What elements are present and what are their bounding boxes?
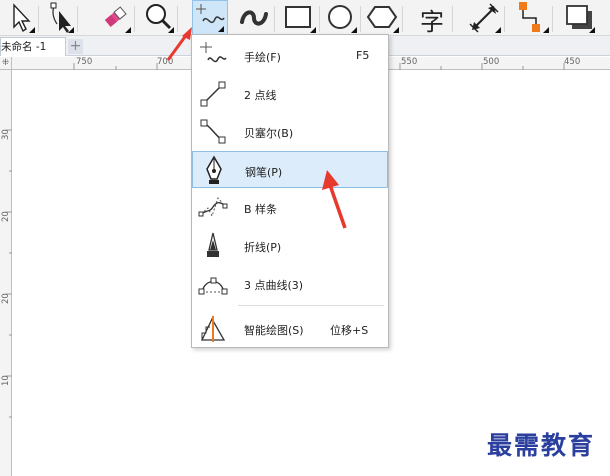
red-arrow-icon [322, 170, 347, 229]
annotation-arrows [166, 27, 347, 229]
red-arrow-icon [166, 27, 192, 61]
watermark-logo: 最需教育 [487, 431, 596, 460]
